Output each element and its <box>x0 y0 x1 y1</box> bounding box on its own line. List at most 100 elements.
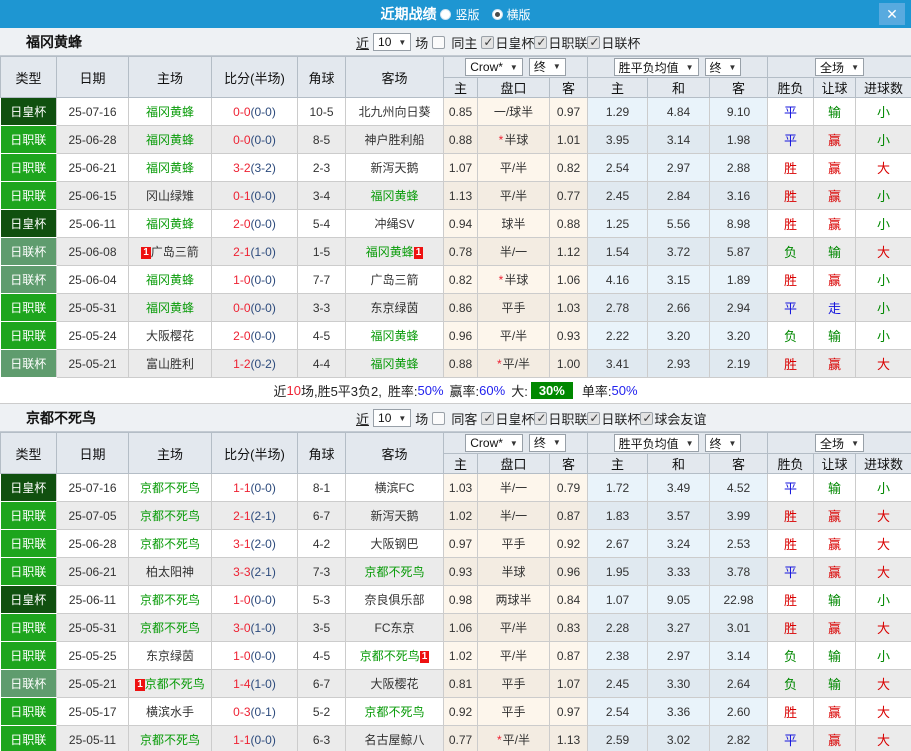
games-count-value: 10 <box>378 411 392 425</box>
red-card-badge: 1 <box>141 247 151 259</box>
odds-state-select[interactable]: 终 ▼ <box>528 57 566 76</box>
match-row: 日职联 25-05-17 横滨水手 0-3(0-1) 5-2 京都不死鸟 0.92 平手 0.9… <box>0 697 911 726</box>
avg-draw-odds: 3.36 <box>647 697 710 726</box>
home-team-name: 大阪樱花 <box>145 329 194 343</box>
halftime-score: (2-1) <box>250 564 276 579</box>
match-date: 25-06-11 <box>56 585 129 614</box>
avg-home-odds: 2.67 <box>587 529 648 558</box>
home-team-name: 福冈黄蜂 <box>145 161 194 175</box>
avg-draw-odds: 2.66 <box>647 293 710 322</box>
corner-count: 6-7 <box>297 501 346 530</box>
halftime-score: (0-0) <box>250 480 276 495</box>
result-win-draw-loss: 胜 <box>767 209 815 238</box>
match-row: 日皇杯 25-06-11 京都不死鸟 1-0(0-0) 5-3 奈良俱乐部 0.98 两球半 0… <box>0 585 911 614</box>
avg-select-value: 胜平负均值 <box>618 60 679 75</box>
games-count-select[interactable]: 10 ▼ <box>373 33 412 51</box>
home-odds: 1.02 <box>443 501 478 530</box>
result-goals-over-under: 大 <box>855 153 911 182</box>
match-type-badge: 日联杯 <box>0 265 57 294</box>
close-icon[interactable]: ✕ <box>879 3 905 25</box>
scope-select[interactable]: 全场 ▼ <box>815 434 864 452</box>
home-odds: 0.96 <box>443 321 478 350</box>
league-checkbox[interactable] <box>534 411 548 425</box>
home-odds: 0.88 <box>443 125 478 154</box>
big-rate-label: 大: <box>511 384 528 399</box>
avg-draw-odds: 3.33 <box>647 557 710 586</box>
radio-vertical[interactable]: 竖版 <box>440 6 480 23</box>
same-venue-checkbox[interactable] <box>432 35 446 49</box>
league-checkbox[interactable] <box>640 411 654 425</box>
avg-select[interactable]: 胜平负均值 ▼ <box>613 58 699 76</box>
score-cell: 1-0(0-0) <box>211 585 298 614</box>
near-link[interactable]: 近 <box>356 33 369 52</box>
chevron-down-icon: ▼ <box>552 62 561 72</box>
red-card-badge: 1 <box>419 651 430 663</box>
same-venue-checkbox[interactable] <box>432 411 446 425</box>
league-checkbox[interactable] <box>481 411 495 425</box>
fulltime-score: 1-1 <box>233 480 251 495</box>
radio-vertical-icon[interactable] <box>440 8 452 20</box>
halftime-score: (0-0) <box>250 328 276 343</box>
avg-group-header: 胜平负均值 ▼ 终 ▼ <box>586 56 769 78</box>
scope-select-value: 全场 <box>820 60 845 75</box>
radio-horizontal[interactable]: 横版 <box>491 6 531 23</box>
handicap: 平手 <box>477 529 550 558</box>
halftime-score: (0-0) <box>250 300 276 315</box>
corner-count: 8-5 <box>297 125 346 154</box>
odds-state-select[interactable]: 终 ▼ <box>528 433 566 452</box>
handicap: *平/半 <box>477 349 550 378</box>
corner-count: 3-5 <box>297 613 346 642</box>
match-row: 日职联 25-06-21 福冈黄蜂 3-2(3-2) 2-3 新泻天鹅 1.07 平/半 0.8… <box>0 153 911 182</box>
league-checkbox[interactable] <box>534 35 548 49</box>
chevron-down-icon: ▼ <box>509 62 518 72</box>
avg-draw-odds: 2.84 <box>647 181 710 210</box>
league-checkbox[interactable] <box>587 411 601 425</box>
avg-home-odds: 1.72 <box>587 473 648 502</box>
home-team-name: 东京绿茵 <box>145 649 194 663</box>
result-handicap: 赢 <box>813 529 857 558</box>
avg-state-select[interactable]: 终 ▼ <box>704 434 742 452</box>
home-odds: 0.81 <box>443 669 478 698</box>
handicap: 平/半 <box>477 613 550 642</box>
avg-draw-odds: 3.20 <box>647 321 710 350</box>
result-handicap: 赢 <box>813 725 857 751</box>
sub-column-header: 客 <box>708 453 769 474</box>
away-team-name: 北九州向日葵 <box>358 105 431 119</box>
avg-select[interactable]: 胜平负均值 ▼ <box>613 434 699 452</box>
away-odds: 0.92 <box>549 529 588 558</box>
avg-home-odds: 2.54 <box>587 153 648 182</box>
away-odds: 1.06 <box>549 265 588 294</box>
score-cell: 0-0(0-0) <box>211 293 298 322</box>
avg-draw-odds: 3.30 <box>647 669 710 698</box>
column-header: 主场 <box>128 56 212 98</box>
sub-column-header: 客 <box>708 77 769 98</box>
changed-odds-star: * <box>496 733 502 747</box>
halftime-score: (0-1) <box>250 704 276 719</box>
handicap: 半/一 <box>477 237 550 266</box>
fulltime-score: 1-0 <box>233 592 251 607</box>
odds-source-select[interactable]: Crow* ▼ <box>465 58 523 77</box>
league-filter: 球会友谊 <box>640 409 706 428</box>
away-team-name: FC东京 <box>374 621 415 635</box>
league-checkbox[interactable] <box>481 35 495 49</box>
radio-horizontal-icon[interactable] <box>491 8 503 20</box>
handicap: 半/一 <box>477 473 550 502</box>
sub-column-header: 让球 <box>813 77 857 98</box>
odds-source-select[interactable]: Crow* ▼ <box>465 434 523 453</box>
games-count-select[interactable]: 10 ▼ <box>373 409 412 427</box>
match-date: 25-05-21 <box>56 669 129 698</box>
fulltime-score: 2-1 <box>233 244 251 259</box>
chevron-down-icon: ▼ <box>685 62 694 72</box>
scope-group-header: 全场 ▼ <box>767 56 911 78</box>
near-link[interactable]: 近 <box>356 409 369 428</box>
team-section: 京都不死鸟 近 10▼ 场 同客 日皇杯日职联日联杯球会友谊 类型日期主场比分(… <box>0 404 911 751</box>
home-odds: 0.86 <box>443 293 478 322</box>
match-row: 日联杯 25-05-21 1 京都不死鸟 1-4(1-0) 6-7 大阪樱花 0.81 平手 1.… <box>0 669 911 698</box>
home-team-name: 福冈黄蜂 <box>145 273 194 287</box>
match-date: 25-06-21 <box>56 153 129 182</box>
corner-count: 5-3 <box>297 585 346 614</box>
scope-select[interactable]: 全场 ▼ <box>815 58 864 76</box>
league-checkbox[interactable] <box>587 35 601 49</box>
avg-state-select[interactable]: 终 ▼ <box>704 58 742 76</box>
avg-home-odds: 1.29 <box>587 97 648 126</box>
